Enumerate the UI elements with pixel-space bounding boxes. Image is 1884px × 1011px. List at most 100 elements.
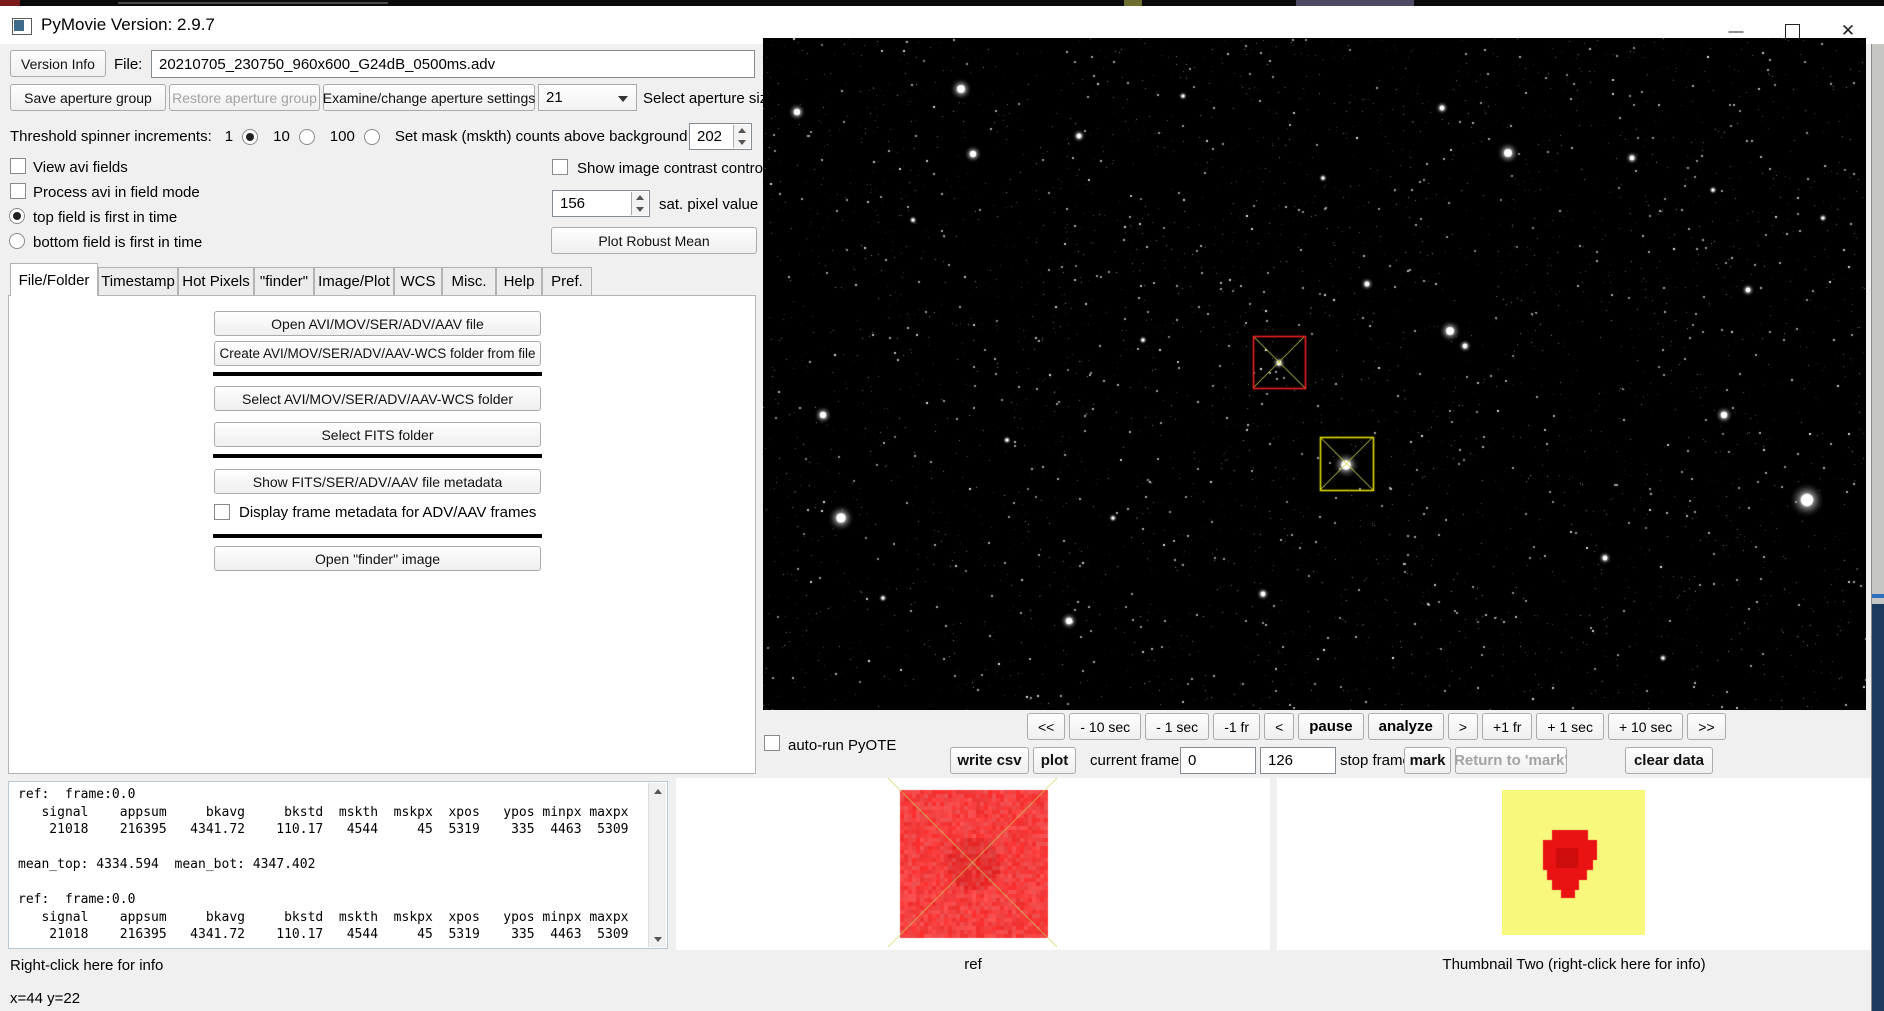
thumbnail-two-label: Thumbnail Two (right-click here for info… xyxy=(1277,956,1871,973)
cursor-coords-label: x=44 y=22 xyxy=(10,990,80,1007)
tab-pref[interactable]: Pref. xyxy=(542,267,592,296)
restore-aperture-group-button[interactable]: Restore aperture group xyxy=(169,84,320,111)
tab-hot-pixels[interactable]: Hot Pixels xyxy=(178,267,254,296)
top-field-first-label: top field is first in time xyxy=(33,209,177,226)
tab-file-folder[interactable]: File/Folder xyxy=(10,263,98,296)
current-frame-label: current frame xyxy=(1090,752,1179,769)
info-console[interactable]: ref: frame:0.0 signal appsum bkavg bkstd… xyxy=(8,781,668,949)
examine-aperture-settings-button[interactable]: Examine/change aperture settings xyxy=(323,84,535,111)
filename-input[interactable]: 20210705_230750_960x600_G24dB_0500ms.adv xyxy=(151,50,755,78)
scroll-down-icon[interactable] xyxy=(654,937,662,942)
right-desktop-strip xyxy=(1871,44,1884,1011)
playback-controls: << - 10 sec - 1 sec -1 fr < pause analyz… xyxy=(1027,713,1726,740)
fwd-1frame-button[interactable]: +1 fr xyxy=(1482,713,1532,740)
back-10sec-button[interactable]: - 10 sec xyxy=(1069,713,1141,740)
strip-accent xyxy=(1872,594,1884,598)
threshold-opt-10-radio[interactable] xyxy=(299,129,315,145)
return-to-mark-button[interactable]: Return to 'mark' xyxy=(1455,747,1567,774)
plot-robust-mean-button[interactable]: Plot Robust Mean xyxy=(551,227,757,254)
process-avi-field-mode-label: Process avi in field mode xyxy=(33,184,200,201)
tab-timestamp[interactable]: Timestamp xyxy=(98,267,178,296)
threshold-opt-10-label: 10 xyxy=(273,128,290,145)
aperture-size-dropdown[interactable]: 21 xyxy=(538,84,637,111)
threshold-opt-1-radio[interactable] xyxy=(242,129,258,145)
pause-button[interactable]: pause xyxy=(1298,713,1363,740)
write-csv-button[interactable]: write csv xyxy=(950,747,1029,774)
starfield-image[interactable] xyxy=(763,38,1866,710)
jump-fwd-button[interactable]: >> xyxy=(1687,713,1725,740)
window-title: PyMovie Version: 2.9.7 xyxy=(41,15,215,35)
threshold-opt-100-radio[interactable] xyxy=(364,129,380,145)
save-aperture-group-button[interactable]: Save aperture group xyxy=(10,84,166,111)
tab-wcs[interactable]: WCS xyxy=(394,267,442,296)
strip-navy xyxy=(1872,604,1884,1011)
jump-back-button[interactable]: << xyxy=(1027,713,1065,740)
fwd-1sec-button[interactable]: + 1 sec xyxy=(1536,713,1604,740)
maximize-icon xyxy=(1785,24,1800,39)
threshold-opt-1-label: 1 xyxy=(225,128,233,145)
file-folder-pane: Open AVI/MOV/SER/ADV/AAV file Create AVI… xyxy=(8,295,756,774)
strip-fragment xyxy=(118,2,388,4)
arrow-down-icon xyxy=(636,207,644,212)
current-frame-input[interactable]: 0 xyxy=(1180,747,1256,774)
arrow-up-icon xyxy=(738,128,746,133)
tab-help[interactable]: Help xyxy=(496,267,542,296)
ref-thumbnail-label: ref xyxy=(676,956,1270,973)
tab-finder[interactable]: "finder" xyxy=(254,267,314,296)
separator xyxy=(213,534,542,538)
process-avi-field-mode-checkbox[interactable] xyxy=(10,183,26,199)
select-fits-folder-button[interactable]: Select FITS folder xyxy=(214,422,541,447)
threshold-opt-100-label: 100 xyxy=(330,128,355,145)
mask-threshold-value: 202 xyxy=(697,128,722,145)
console-text: ref: frame:0.0 signal appsum bkavg bkstd… xyxy=(9,782,667,944)
show-contrast-checkbox[interactable] xyxy=(552,159,568,175)
rightclick-info-label: Right-click here for info xyxy=(10,957,163,974)
scroll-up-icon[interactable] xyxy=(654,789,662,794)
auto-run-pyote-checkbox[interactable] xyxy=(764,735,780,751)
tab-misc[interactable]: Misc. xyxy=(442,267,496,296)
open-file-button[interactable]: Open AVI/MOV/SER/ADV/AAV file xyxy=(214,311,541,336)
open-finder-image-button[interactable]: Open "finder" image xyxy=(214,546,541,571)
plot-button[interactable]: plot xyxy=(1033,747,1076,774)
view-avi-fields-checkbox[interactable] xyxy=(10,158,26,174)
fwd-10sec-button[interactable]: + 10 sec xyxy=(1608,713,1683,740)
sat-pixel-value: 156 xyxy=(560,195,585,212)
threshold-row: Threshold spinner increments: 1 10 100 S… xyxy=(10,123,742,150)
display-frame-metadata-checkbox[interactable] xyxy=(214,504,230,520)
step-forward-button[interactable]: > xyxy=(1448,713,1478,740)
arrow-down-icon xyxy=(738,140,746,145)
mark-button[interactable]: mark xyxy=(1404,747,1451,774)
sat-pixel-label: sat. pixel value xyxy=(659,196,758,213)
clear-data-button[interactable]: clear data xyxy=(1625,747,1713,774)
stop-frame-input[interactable]: 126 xyxy=(1260,747,1336,774)
show-contrast-label: Show image contrast control xyxy=(577,160,766,177)
mask-threshold-spinner[interactable]: 202 xyxy=(689,123,752,150)
pymovie-window: PyMovie Version: 2.9.7 — ✕ Version Info … xyxy=(0,0,1884,1011)
thumbnail-two-image[interactable] xyxy=(1502,790,1645,935)
sat-pixel-spinner[interactable]: 156 xyxy=(552,190,650,217)
file-label: File: xyxy=(114,56,142,73)
separator xyxy=(213,454,542,458)
create-wcs-folder-button[interactable]: Create AVI/MOV/SER/ADV/AAV-WCS folder fr… xyxy=(214,341,541,366)
console-scrollbar[interactable] xyxy=(648,783,666,947)
select-wcs-folder-button[interactable]: Select AVI/MOV/SER/ADV/AAV-WCS folder xyxy=(214,386,541,411)
ref-thumbnail-image[interactable] xyxy=(888,778,1057,947)
app-icon-pane xyxy=(14,20,24,31)
top-field-first-radio[interactable] xyxy=(9,208,25,224)
tab-image-plot[interactable]: Image/Plot xyxy=(314,267,394,296)
spinner-arrows[interactable] xyxy=(631,192,648,215)
back-1sec-button[interactable]: - 1 sec xyxy=(1145,713,1209,740)
step-back-button[interactable]: < xyxy=(1264,713,1294,740)
version-info-button[interactable]: Version Info xyxy=(10,50,106,77)
stop-frame-label: stop frame xyxy=(1340,752,1411,769)
bottom-field-first-radio[interactable] xyxy=(9,233,25,249)
analyze-button[interactable]: analyze xyxy=(1368,713,1444,740)
chevron-down-icon xyxy=(618,96,628,102)
back-1frame-button[interactable]: -1 fr xyxy=(1213,713,1260,740)
threshold-label: Threshold spinner increments: xyxy=(10,128,212,145)
bottom-field-first-label: bottom field is first in time xyxy=(33,234,202,251)
show-metadata-button[interactable]: Show FITS/SER/ADV/AAV file metadata xyxy=(214,469,541,494)
view-avi-fields-label: View avi fields xyxy=(33,159,128,176)
spinner-arrows[interactable] xyxy=(733,125,750,148)
app-icon xyxy=(12,18,32,35)
